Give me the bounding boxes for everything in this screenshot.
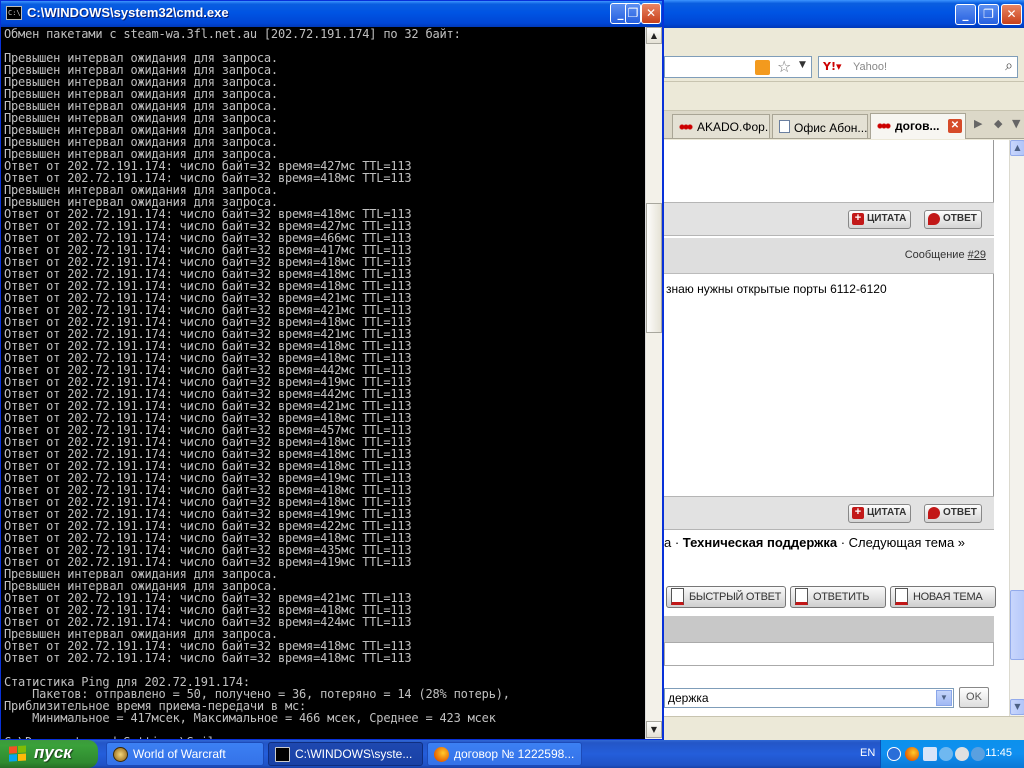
clock: 11:45 [985, 747, 1012, 759]
console-output[interactable]: Обмен пакетами с steam-wa.3fl.net.au [20… [1, 27, 645, 739]
note-icon [671, 588, 684, 605]
reply-button[interactable]: ОТВЕТ [924, 210, 982, 229]
scroll-up-button[interactable]: ▲ [646, 27, 662, 44]
maximize-button[interactable]: ❐ [978, 4, 999, 25]
post-body: знаю нужны открытые порты 6112-6120 [664, 274, 994, 496]
console-line: Обмен пакетами с steam-wa.3fl.net.au [20… [4, 27, 461, 41]
firefox-icon [434, 747, 449, 762]
tab-close-icon[interactable]: ✕ [948, 119, 962, 133]
taskbar: пуск World of Warcraft C:\WINDOWS\syste.… [0, 740, 1024, 768]
page-scrollbar[interactable]: ▲ ▼ [1009, 140, 1024, 716]
browser-window: _ ❐ ✕ ☆ ▼ Y!▾ Yahoo! ⌕ AKADO.Фор... Офис… [663, 0, 1024, 740]
forum-page: + ЦИТАТА ОТВЕТ Сообщение #29 знаю нужны о… [664, 140, 1009, 716]
bookmark-star-icon[interactable]: ☆ [777, 57, 791, 76]
cmd-titlebar[interactable]: C:\ C:\WINDOWS\system32\cmd.exe _ ❐ ✕ [1, 1, 662, 27]
post-body [664, 140, 994, 202]
rss-icon[interactable] [755, 60, 770, 75]
task-cmd[interactable]: C:\WINDOWS\syste... [268, 742, 423, 766]
post-text: знаю нужны открытые порты 6112-6120 [666, 282, 887, 296]
post-header: Сообщение #29 [664, 238, 994, 274]
scroll-thumb[interactable] [1010, 590, 1024, 660]
task-firefox[interactable]: договор № 1222598... [427, 742, 582, 766]
restore-button[interactable]: ❐ [625, 3, 641, 24]
firefox-icon[interactable] [905, 747, 919, 761]
cmd-window: C:\ C:\WINDOWS\system32\cmd.exe _ ❐ ✕ Об… [0, 0, 663, 740]
start-button[interactable]: пуск [0, 740, 98, 768]
search-icon[interactable]: ⌕ [1005, 58, 1013, 74]
network-icon[interactable] [923, 747, 937, 761]
reply-topic-button[interactable]: Ответить [790, 586, 886, 608]
close-button[interactable]: ✕ [641, 3, 661, 24]
breadcrumb: а · Техническая поддержка · Следующая те… [664, 535, 966, 550]
search-input[interactable]: Y!▾ Yahoo! ⌕ [818, 56, 1018, 78]
document-icon [779, 120, 790, 133]
reply-button[interactable]: ОТВЕТ [924, 504, 982, 523]
chevron-down-icon[interactable]: ▼ [799, 60, 806, 70]
chevron-down-icon[interactable]: ▼ [936, 690, 952, 706]
quick-reply-button[interactable]: Быстрый ответ [666, 586, 786, 608]
tab-contract[interactable]: догов... ✕ [870, 113, 966, 139]
browser-menubar [664, 28, 1024, 52]
console-icon [275, 747, 290, 762]
scroll-down-button[interactable]: ▼ [1010, 699, 1024, 715]
akado-icon [877, 121, 891, 131]
console-icon[interactable]: C:\ [6, 6, 22, 20]
new-topic-button[interactable]: Новая тема [890, 586, 996, 608]
quote-icon [928, 507, 940, 519]
scroll-down-button[interactable]: ▼ [646, 721, 662, 738]
console-line: Минимальное = 417мсек, Максимальное = 46… [4, 711, 496, 725]
next-topic-link[interactable]: · Следующая тема » [841, 535, 965, 550]
ok-button[interactable]: OK [959, 687, 989, 708]
minimize-button[interactable]: _ [955, 4, 976, 25]
quote-icon [928, 213, 940, 225]
akado-icon [679, 122, 693, 132]
breadcrumb-current[interactable]: Техническая поддержка [683, 535, 837, 550]
shield-icon[interactable] [939, 747, 953, 761]
tab-bar: AKADO.Фор... Офис Абон... догов... ✕ ▶ ◆… [664, 111, 1024, 139]
topic-actions: Быстрый ответ Ответить Новая тема [664, 586, 1009, 610]
message-label: Сообщение #29 [904, 249, 986, 261]
note-icon [795, 588, 808, 605]
back-arrow-icon[interactable] [887, 747, 901, 761]
system-tray: 11:45 [880, 740, 1024, 768]
plus-icon: + [852, 507, 864, 519]
status-bar [664, 716, 1024, 740]
forum-jump-select[interactable]: держка ▼ [664, 688, 954, 708]
browser-navbar: ☆ ▼ Y!▾ Yahoo! ⌕ [664, 52, 1024, 82]
window-title: C:\WINDOWS\system32\cmd.exe [27, 5, 229, 20]
console-scrollbar[interactable]: ▲ ▼ [645, 27, 662, 739]
section-bar [664, 616, 994, 642]
url-field[interactable]: ☆ ▼ [664, 56, 812, 78]
yahoo-icon[interactable]: Y!▾ [823, 60, 842, 73]
wow-icon [113, 747, 128, 762]
message-link[interactable]: #29 [968, 249, 986, 261]
language-indicator[interactable]: EN [860, 747, 875, 759]
console-line: C:\Documents and Settings\Smileman> [4, 736, 510, 739]
console-text: Обмен пакетами с steam-wa.3fl.net.au [20… [4, 28, 510, 739]
post-actions-bar: + ЦИТАТА ОТВЕТ [664, 202, 994, 236]
section-content [664, 642, 994, 666]
plus-icon: + [852, 213, 864, 225]
scroll-thumb[interactable] [646, 203, 662, 333]
search-placeholder: Yahoo! [853, 61, 888, 73]
tab-office[interactable]: Офис Абон... [772, 114, 868, 138]
quote-button[interactable]: + ЦИТАТА [848, 210, 912, 229]
scroll-up-button[interactable]: ▲ [1010, 140, 1024, 156]
windows-logo-icon [9, 745, 27, 763]
star-icon[interactable] [971, 747, 985, 761]
tab-list-icon[interactable]: ◆ [994, 117, 1002, 130]
console-line: Ответ от 202.72.191.174: число байт=32 в… [4, 651, 412, 665]
quote-button[interactable]: + ЦИТАТА [848, 504, 912, 523]
browser-titlebar[interactable]: _ ❐ ✕ [664, 0, 1024, 28]
note-icon [895, 588, 908, 605]
speaker-icon[interactable] [955, 747, 969, 761]
bookmarks-toolbar [664, 83, 1024, 111]
task-world-of-warcraft[interactable]: World of Warcraft [106, 742, 264, 766]
post-actions-bar: + ЦИТАТА ОТВЕТ [664, 496, 994, 530]
close-button[interactable]: ✕ [1001, 4, 1022, 25]
tab-scroll-right-icon[interactable]: ▶ [974, 117, 982, 130]
chevron-down-icon[interactable]: ▼ [1012, 117, 1020, 130]
tab-akado-forum[interactable]: AKADO.Фор... [672, 114, 770, 138]
